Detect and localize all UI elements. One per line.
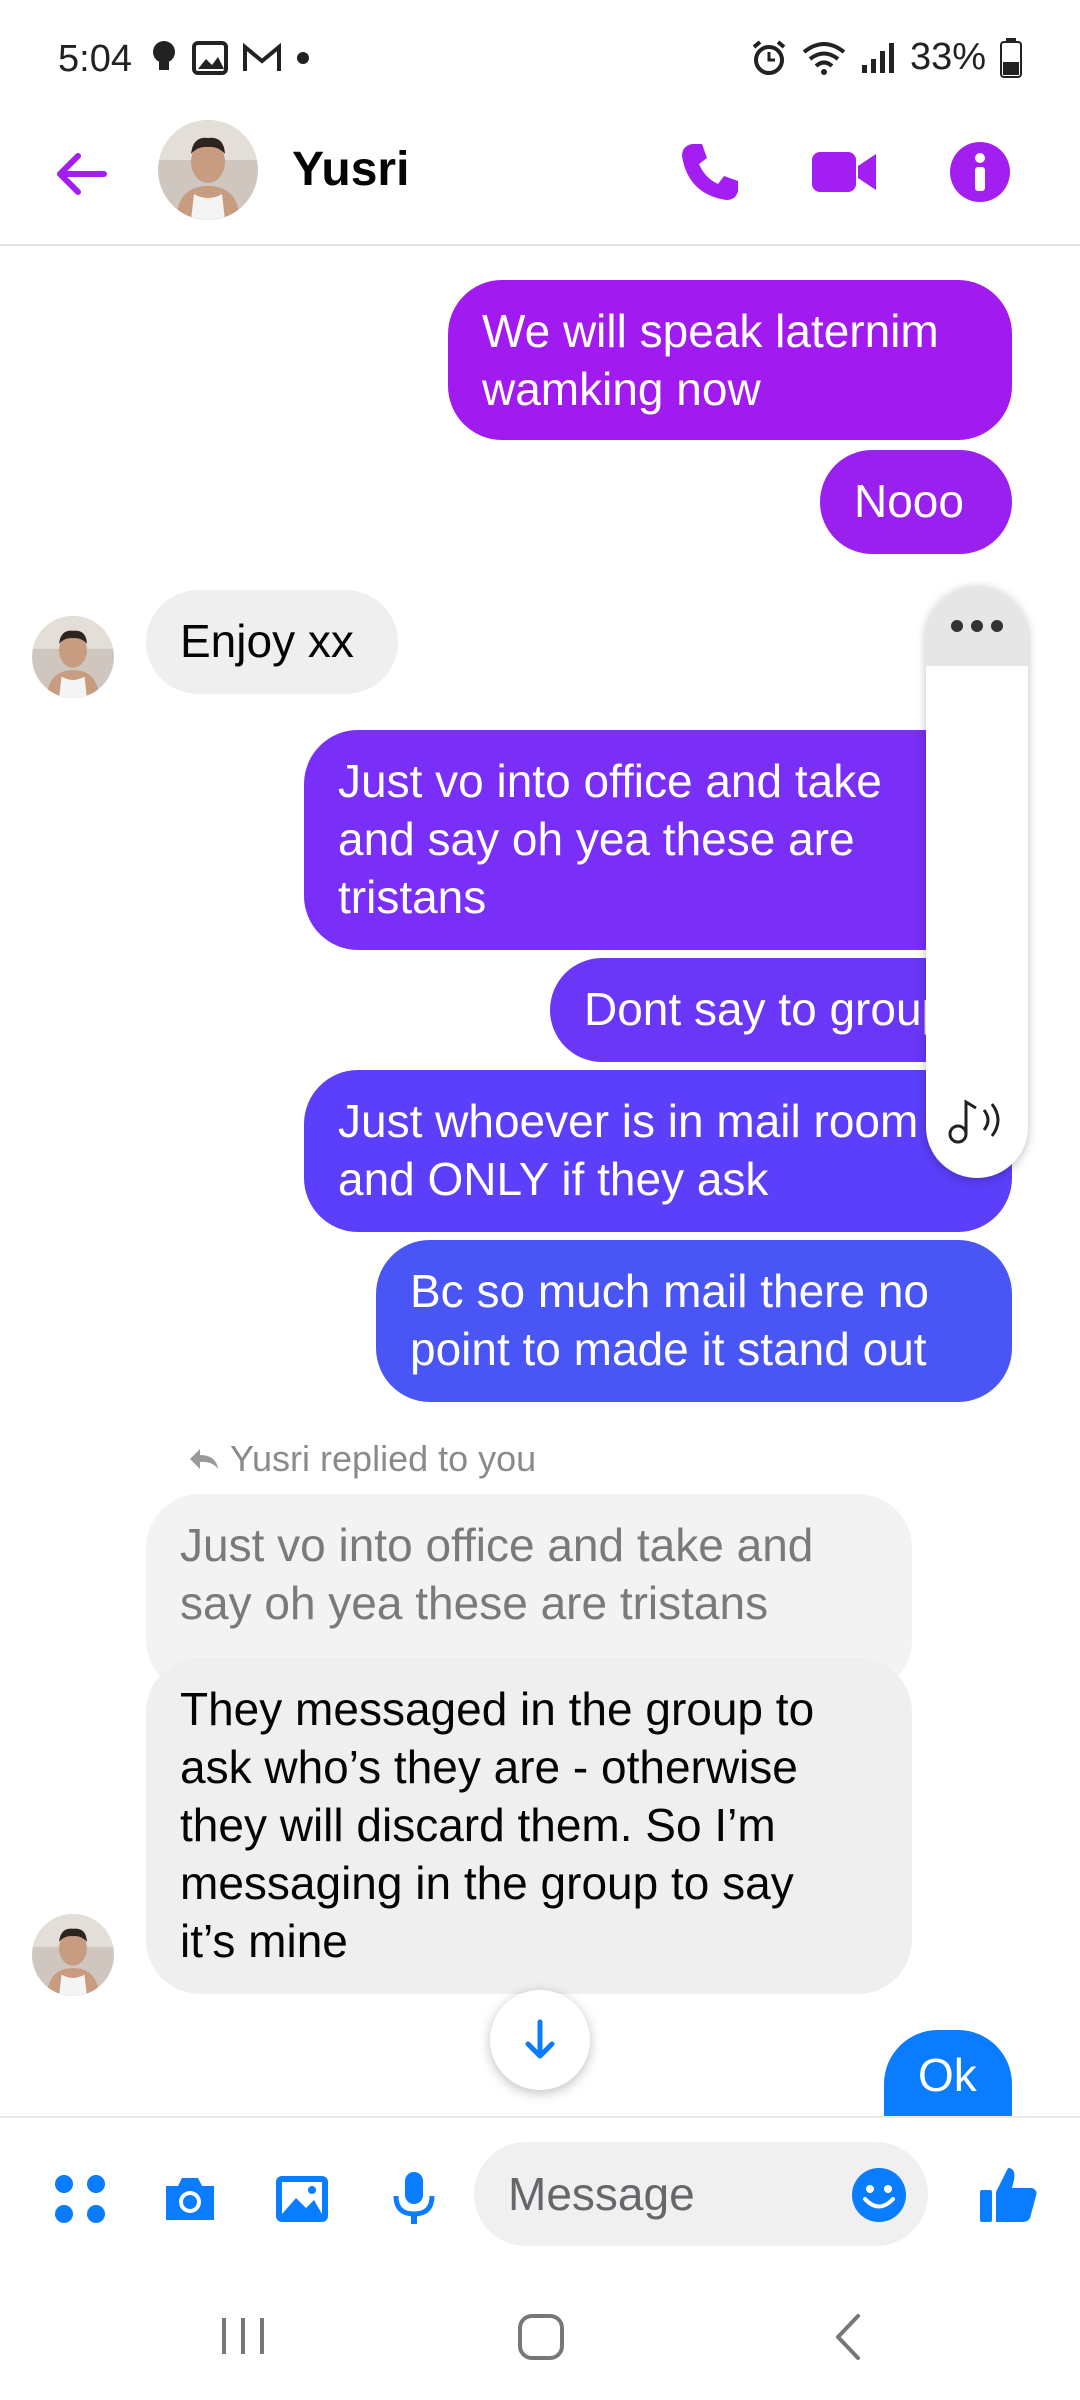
message-text-line: We will speak laternim [482,305,939,357]
gallery-icon [192,41,228,75]
contact-name[interactable]: Yusri [292,142,409,197]
scroll-to-bottom-button[interactable] [490,1990,590,2090]
message-text-line: Dont say to group [584,983,948,1035]
message-bubble-received[interactable]: Enjoy xx [146,590,398,694]
lightbulb-icon [153,41,175,70]
home-icon[interactable] [516,2312,566,2362]
message-text-line: ask who’s they are - otherwise [180,1741,798,1793]
message-text-line: wamking now [482,363,761,415]
recent-apps-icon[interactable] [218,2314,268,2358]
message-composer [0,2116,1080,2276]
message-field-container[interactable] [474,2142,928,2246]
message-bubble-sent[interactable]: Ok [884,2030,1012,2116]
message-bubble-sent[interactable]: Nooo [820,450,1012,554]
system-icons: 33% [750,36,1022,79]
more-options-button[interactable] [926,586,1028,666]
status-time: 5:04 [58,38,132,80]
reply-label-text: Yusri replied to you [230,1438,537,1479]
gmail-icon [243,43,281,71]
microphone-icon[interactable] [384,2168,444,2228]
wifi-icon [802,41,846,75]
apps-menu-icon[interactable] [50,2168,110,2228]
arrow-down-icon [525,2019,555,2059]
floating-side-panel[interactable] [926,586,1028,1178]
emoji-icon[interactable] [850,2166,908,2224]
phone-icon[interactable] [674,136,746,208]
thumbs-up-icon[interactable] [976,2162,1040,2226]
quoted-text-line: say oh yea these are tristans [180,1577,769,1629]
contact-avatar[interactable] [158,120,258,220]
signal-icon [861,42,894,73]
message-text-line: it’s mine [180,1915,348,1967]
message-text-line: Ok [918,2049,977,2101]
message-text-line: Enjoy xx [180,615,354,667]
message-text-line: Just vo into office and take [338,755,882,807]
battery-icon [1000,37,1022,78]
battery-percent: 33% [909,36,986,78]
back-arrow-icon[interactable] [48,142,112,206]
message-text-line: Bc so much mail there no [410,1265,930,1317]
reply-indicator: Yusri replied to you [186,1438,536,1480]
message-input[interactable] [508,2162,808,2226]
alarm-icon [752,39,786,75]
more-dots-icon [951,620,1003,632]
message-bubble-sent[interactable]: Bc so much mail there no point to made i… [376,1240,1012,1402]
avatar-image [32,616,114,698]
avatar-image [32,1914,114,1996]
message-text-line: They messaged in the group to [180,1683,815,1735]
quoted-text-line: Just vo into office and take and [180,1519,814,1571]
message-text-line: they will discard them. So I’m [180,1799,776,1851]
video-call-icon[interactable] [808,136,880,208]
message-text-line: messaging in the group to say [180,1857,794,1909]
notification-icons [150,40,310,76]
message-bubble-sent[interactable]: We will speak laternim wamking now [448,280,1012,440]
back-nav-icon[interactable] [830,2312,866,2362]
reply-arrow-icon [190,1449,218,1469]
contact-avatar-small[interactable] [32,1914,114,1996]
message-text-line: Nooo [854,475,964,527]
contact-avatar-small[interactable] [32,616,114,698]
message-bubble-received[interactable]: They messaged in the group to ask who’s … [146,1658,912,1994]
audio-music-icon[interactable] [946,1094,1010,1146]
message-bubble-sent[interactable]: Just vo into office and take and say oh … [304,730,1012,950]
info-icon[interactable] [944,136,1016,208]
avatar-image [158,120,258,220]
message-bubble-sent[interactable]: Just whoever is in mail room and ONLY if… [304,1070,1012,1232]
gallery-icon[interactable] [272,2168,332,2228]
message-text-line: tristans [338,871,487,923]
message-text-line: and say oh yea these are [338,813,855,865]
conversation-header: Yusri [0,120,1080,246]
camera-icon[interactable] [160,2168,220,2228]
message-text-line: and ONLY if they ask [338,1153,769,1205]
system-navigation-bar [0,2276,1080,2400]
dot-icon [297,52,309,64]
message-text-line: point to made it stand out [410,1323,927,1375]
message-text-line: Just whoever is in mail room [338,1095,919,1147]
status-bar: 5:04 33% [0,0,1080,120]
